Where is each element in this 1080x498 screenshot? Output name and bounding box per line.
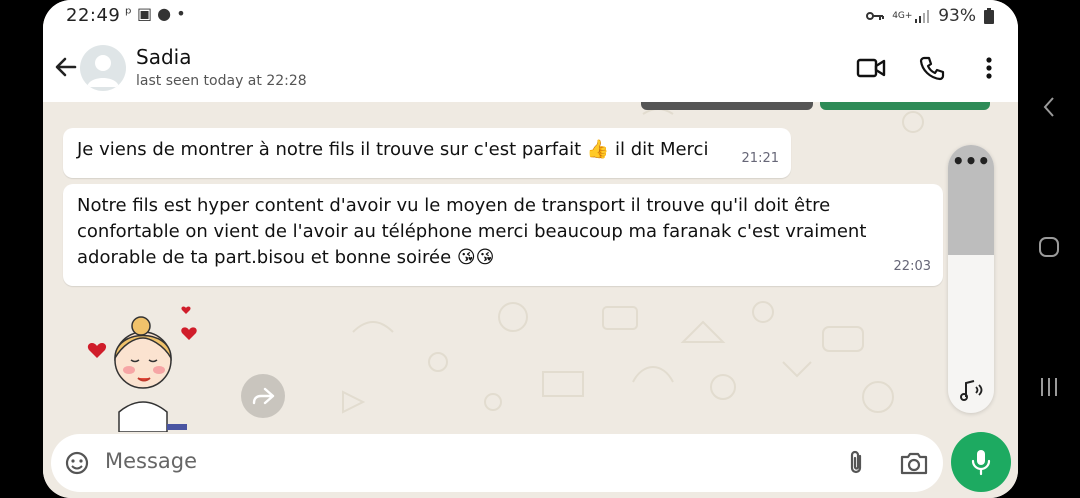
battery-percent: 93% [938, 6, 976, 26]
video-call-button[interactable] [855, 52, 887, 84]
avatar[interactable] [80, 45, 126, 91]
more-options-button[interactable] [973, 52, 1005, 84]
signal-icon [915, 10, 930, 23]
message-input-box[interactable]: Message [51, 434, 943, 492]
message-input[interactable]: Message [105, 449, 197, 473]
sticker-girl-hearts[interactable] [83, 302, 213, 432]
phone-call-icon [919, 56, 945, 81]
audio-icon[interactable] [956, 375, 986, 405]
forward-icon [252, 387, 275, 405]
nav-back-button[interactable] [1018, 95, 1080, 119]
status-time: 22:49 [66, 5, 121, 26]
mic-icon [971, 450, 991, 476]
nav-home-button[interactable] [1018, 236, 1080, 258]
message-time: 22:03 [893, 259, 931, 274]
key-icon [866, 12, 885, 20]
nav-recents-button[interactable] [1018, 376, 1080, 398]
default-avatar-icon [87, 55, 119, 87]
last-seen: last seen today at 22:28 [136, 73, 307, 89]
side-scroll-panel[interactable]: ••• [948, 145, 994, 413]
message-bubble[interactable]: Je viens de montrer à notre fils il trou… [63, 128, 791, 178]
nav-recents-icon [1041, 378, 1057, 396]
prev-message-edge [820, 102, 990, 110]
mic-button[interactable] [951, 432, 1011, 492]
message-text: Je viens de montrer à notre fils il trou… [77, 139, 709, 160]
contact-name[interactable]: Sadia [136, 45, 191, 69]
panel-more-icon[interactable]: ••• [948, 151, 994, 171]
notification-icons: ᵖ ▣ ● • [125, 4, 186, 23]
status-right: 4G+ 93% [866, 6, 994, 26]
video-call-icon [856, 58, 886, 78]
back-arrow-icon[interactable] [53, 54, 79, 80]
whatsapp-window: 22:49 ᵖ ▣ ● • 4G+ 93% Sadia last seen to… [43, 0, 1018, 498]
system-nav-bar [1018, 0, 1080, 498]
more-options-icon [986, 57, 992, 79]
camera-icon[interactable] [898, 448, 930, 478]
message-bubble[interactable]: Notre fils est hyper content d'avoir vu … [63, 184, 943, 286]
battery-icon [984, 8, 994, 24]
nav-home-icon [1039, 237, 1059, 257]
message-time: 21:21 [741, 151, 779, 166]
emoji-sticker-icon[interactable] [63, 449, 91, 477]
attach-icon[interactable] [841, 448, 871, 478]
chat-area[interactable]: Je viens de montrer à notre fils il trou… [43, 102, 1018, 432]
status-bar: 22:49 ᵖ ▣ ● • 4G+ 93% [43, 0, 1018, 34]
forward-button[interactable] [241, 374, 285, 418]
chat-header: Sadia last seen today at 22:28 [43, 34, 1018, 102]
message-text: Notre fils est hyper content d'avoir vu … [77, 195, 867, 268]
prev-message-edge [641, 102, 813, 110]
voice-call-button[interactable] [916, 52, 948, 84]
network-type: 4G+ [892, 10, 913, 21]
composer-bar: Message [43, 432, 1018, 498]
nav-back-icon [1043, 97, 1054, 117]
